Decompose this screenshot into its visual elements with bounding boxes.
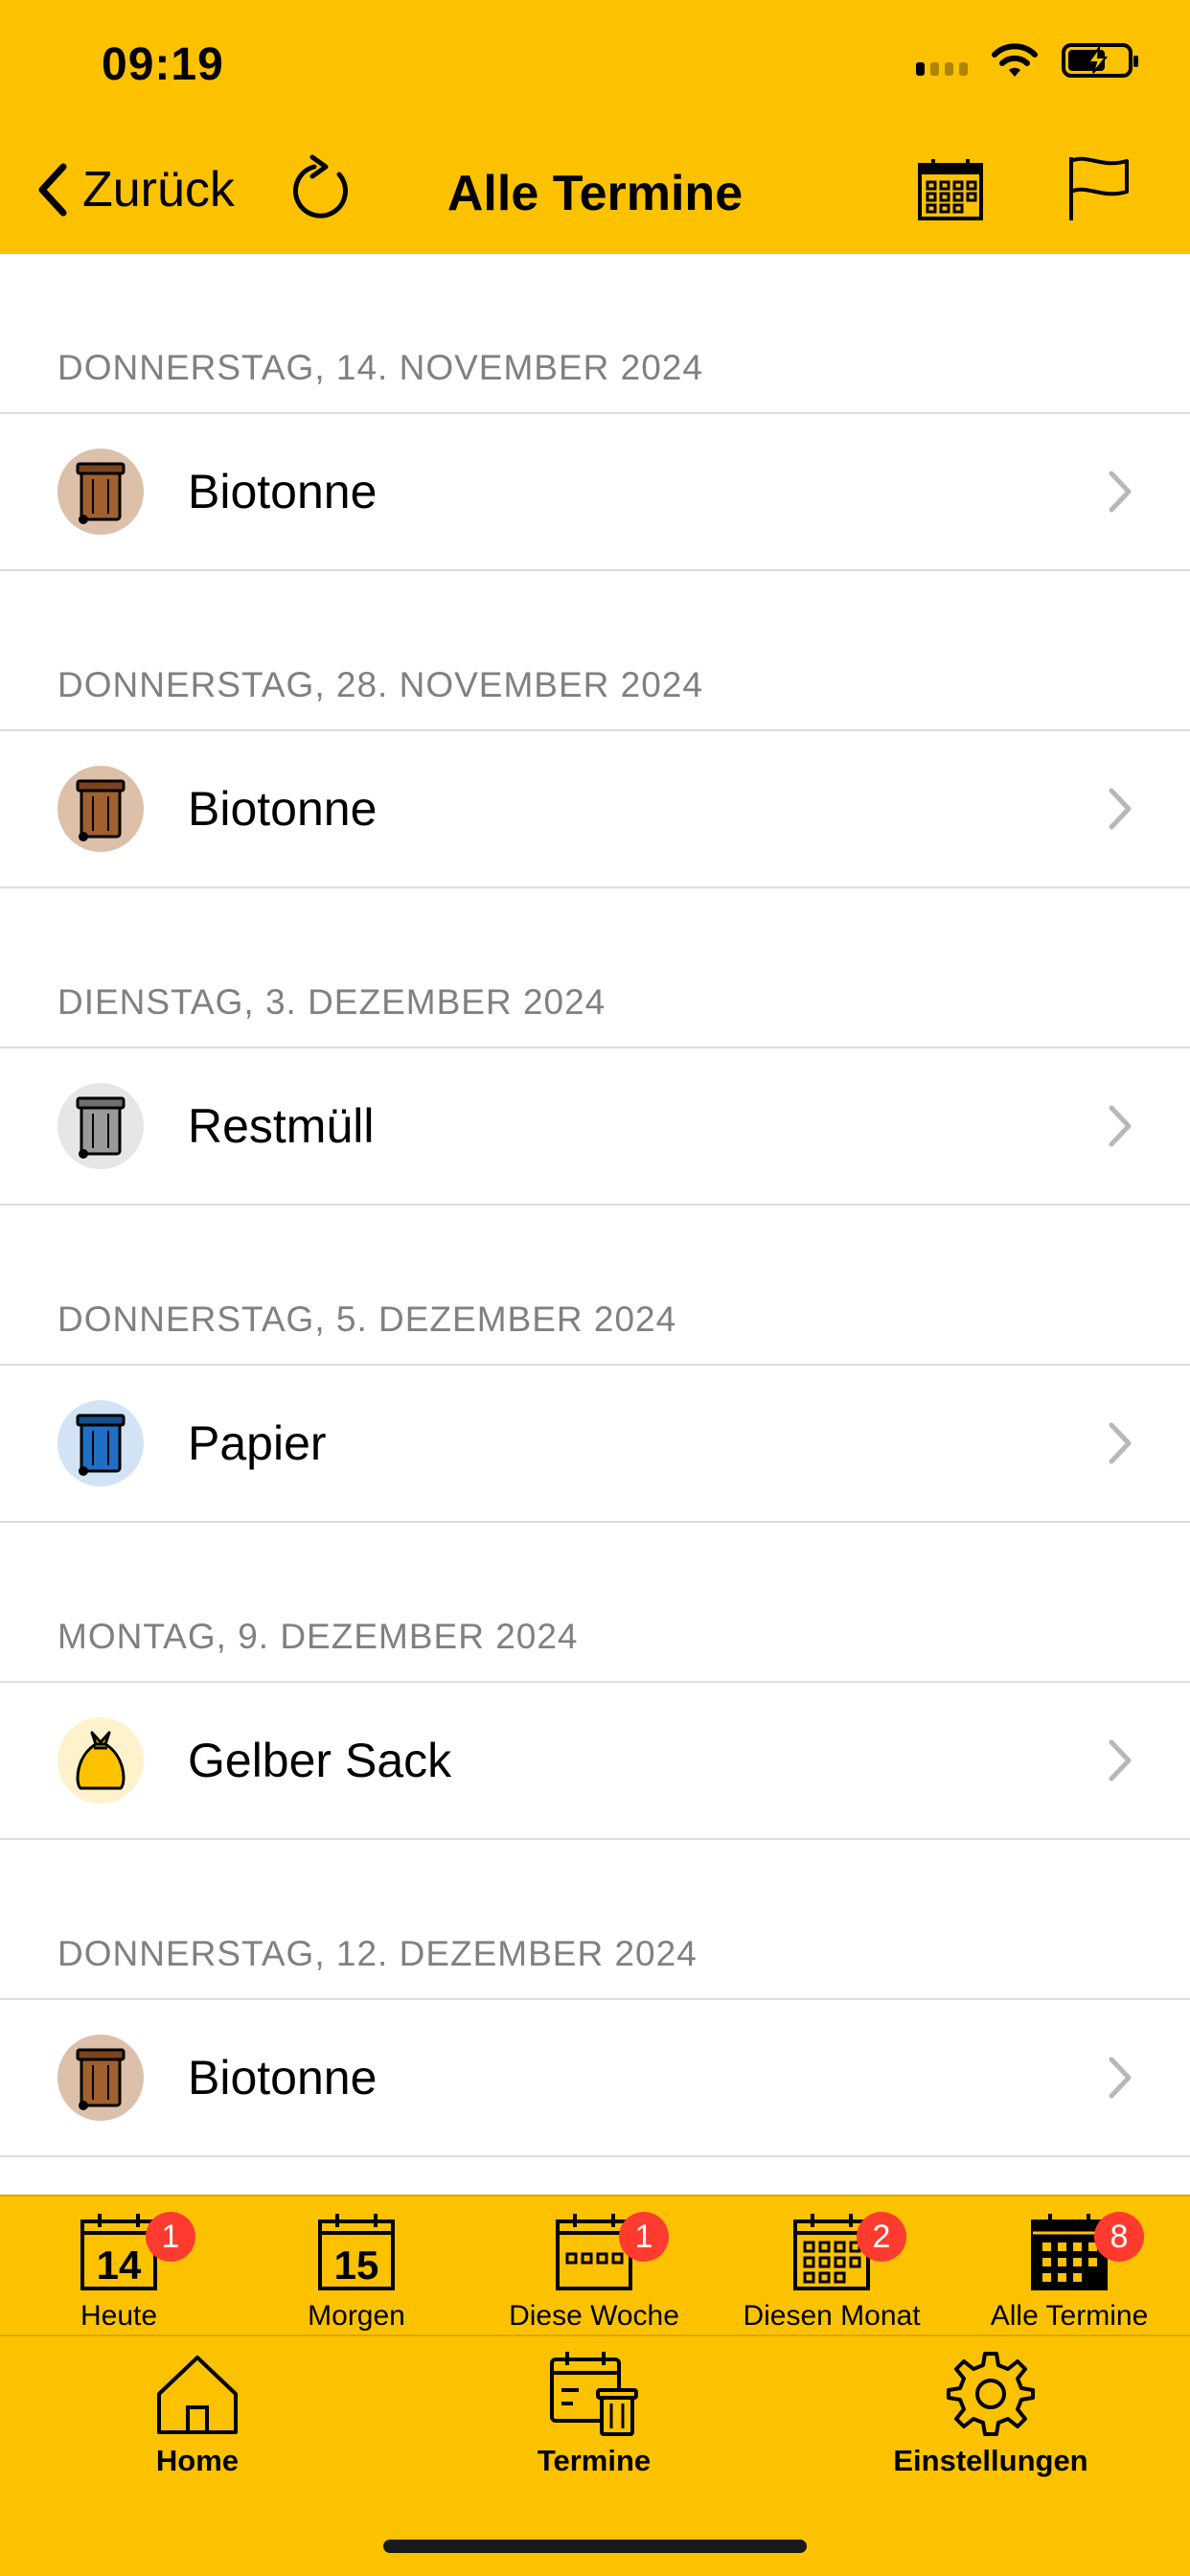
tab-diesen-monat[interactable]: Diesen Monat 2 xyxy=(713,2210,950,2334)
chevron-right-icon xyxy=(1109,788,1132,830)
date-section: DIENSTAG, 3. DEZEMBER 2024 Restmüll xyxy=(0,888,1190,1206)
tab-label: Diesen Monat xyxy=(743,2300,921,2332)
section-date-header: DIENSTAG, 3. DEZEMBER 2024 xyxy=(57,982,606,1022)
gear-icon xyxy=(947,2352,1035,2436)
count-badge: 8 xyxy=(1094,2212,1144,2262)
count-badge: 2 xyxy=(857,2212,906,2262)
tab-label: Einstellungen xyxy=(893,2444,1088,2477)
calendar-bin-icon xyxy=(550,2352,638,2436)
chevron-right-icon xyxy=(1109,2057,1132,2099)
brown-bin-icon xyxy=(57,448,144,535)
tab-alle-termine[interactable]: Alle Termine 8 xyxy=(950,2210,1188,2334)
tab-label: Morgen xyxy=(308,2300,405,2332)
blue-bin-icon xyxy=(57,1400,144,1486)
list-item[interactable]: Biotonne xyxy=(0,412,1190,571)
chevron-right-icon xyxy=(1109,1422,1132,1464)
tab-label: Alle Termine xyxy=(990,2300,1149,2332)
item-label: Biotonne xyxy=(188,2051,378,2104)
list-item[interactable]: Papier xyxy=(0,1364,1190,1523)
list-item[interactable]: Gelber Sack xyxy=(0,1681,1190,1840)
item-label: Biotonne xyxy=(188,782,378,836)
tab-label: Termine xyxy=(537,2444,652,2477)
brown-bin-icon xyxy=(57,766,144,852)
date-section: DONNERSTAG, 14. NOVEMBER 2024 Biotonne xyxy=(0,254,1190,571)
page-title: Alle Termine xyxy=(446,166,744,221)
wifi-icon xyxy=(992,43,1038,77)
brown-bin-icon xyxy=(57,2035,144,2121)
item-label: Papier xyxy=(188,1416,327,1470)
calendar-number: 14 xyxy=(97,2242,142,2288)
calendar-icon xyxy=(918,159,983,220)
count-badge: 1 xyxy=(619,2212,669,2262)
chevron-right-icon xyxy=(1109,1739,1132,1782)
home-indicator xyxy=(383,2540,807,2553)
tab-label: Home xyxy=(155,2444,240,2477)
tab-label: Diese Woche xyxy=(509,2300,679,2332)
yellow-bag-icon xyxy=(57,1717,144,1804)
tab-einstellungen[interactable]: Einstellungen xyxy=(847,2348,1134,2478)
tab-morgen[interactable]: 15 Morgen xyxy=(238,2210,475,2334)
status-icons xyxy=(916,42,1138,79)
tab-diese-woche[interactable]: Diese Woche 1 xyxy=(475,2210,713,2334)
tab-heute[interactable]: 14 Heute 1 xyxy=(0,2210,238,2334)
calendar-tomorrow-icon: 15 xyxy=(318,2214,395,2290)
tab-label: Heute xyxy=(80,2300,158,2332)
flag-button[interactable] xyxy=(1065,153,1133,222)
item-label: Biotonne xyxy=(188,465,378,518)
appointment-list: DONNERSTAG, 14. NOVEMBER 2024 Biotonne D… xyxy=(0,254,1190,2157)
header-bar: 09:19 Zurück Alle Termine xyxy=(0,0,1190,254)
date-section: DONNERSTAG, 28. NOVEMBER 2024 Biotonne xyxy=(0,571,1190,888)
status-time: 09:19 xyxy=(102,39,224,90)
list-item[interactable]: Biotonne xyxy=(0,1998,1190,2157)
section-date-header: DONNERSTAG, 28. NOVEMBER 2024 xyxy=(57,665,703,704)
tab-home[interactable]: Home xyxy=(54,2348,341,2478)
calendar-today-icon: 14 xyxy=(80,2214,157,2290)
item-label: Gelber Sack xyxy=(188,1734,452,1787)
calendar-export-button[interactable] xyxy=(916,155,985,224)
chevron-right-icon xyxy=(1109,1105,1132,1147)
section-date-header: DONNERSTAG, 5. DEZEMBER 2024 xyxy=(57,1300,677,1339)
count-badge: 1 xyxy=(146,2212,195,2262)
grey-bin-icon xyxy=(57,1083,144,1169)
section-date-header: DONNERSTAG, 14. NOVEMBER 2024 xyxy=(57,348,703,387)
date-section: MONTAG, 9. DEZEMBER 2024 Gelber Sack xyxy=(0,1523,1190,1840)
tab-termine[interactable]: Termine xyxy=(450,2348,738,2478)
home-icon xyxy=(157,2356,238,2434)
flag-icon xyxy=(1069,156,1129,220)
list-item[interactable]: Restmüll xyxy=(0,1046,1190,1206)
section-date-header: DONNERSTAG, 12. DEZEMBER 2024 xyxy=(57,1934,698,1973)
item-label: Restmüll xyxy=(188,1099,375,1153)
battery-icon xyxy=(1062,43,1138,78)
date-section: DONNERSTAG, 12. DEZEMBER 2024 Biotonne xyxy=(0,1840,1190,2157)
calendar-number: 15 xyxy=(334,2242,379,2288)
chevron-right-icon xyxy=(1109,471,1132,513)
date-section: DONNERSTAG, 5. DEZEMBER 2024 Papier xyxy=(0,1206,1190,1523)
section-date-header: MONTAG, 9. DEZEMBER 2024 xyxy=(57,1617,579,1656)
navigation-bar: Zurück Alle Termine xyxy=(0,144,1190,240)
cellular-signal-icon xyxy=(916,45,968,76)
list-item[interactable]: Biotonne xyxy=(0,729,1190,888)
filter-tab-bar: 14 Heute 1 15 Morgen Diese Woche 1 Diese… xyxy=(0,2195,1190,2336)
